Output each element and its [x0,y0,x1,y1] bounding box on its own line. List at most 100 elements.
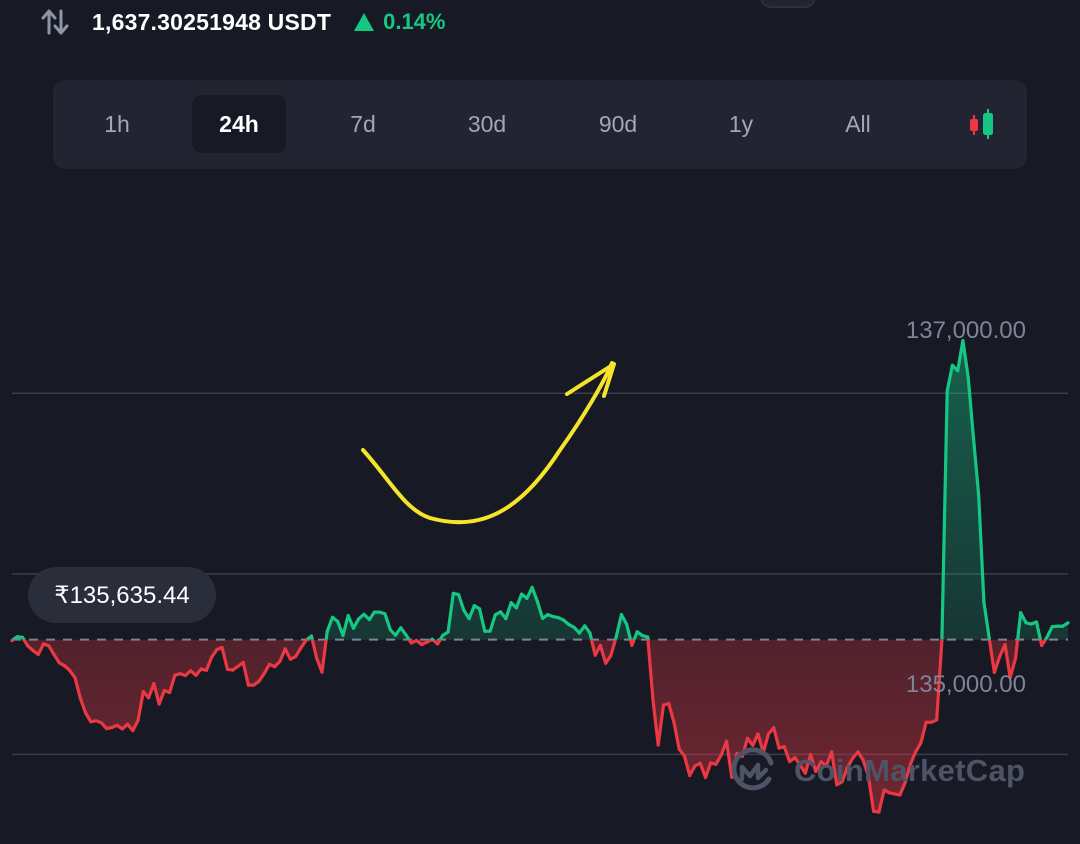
data-point [173,673,177,677]
data-point [252,683,256,687]
data-point [451,591,455,595]
data-point [273,665,277,669]
data-point [115,723,119,727]
swap-vertical-arrows-icon[interactable] [40,6,72,38]
data-point [709,761,713,765]
data-point [157,702,161,706]
change-percent: 0.14% [383,9,446,34]
data-point [956,369,960,373]
data-point [872,809,876,813]
data-point [520,592,524,596]
data-point [414,638,419,643]
tab-90d[interactable]: 90d [578,95,658,153]
tab-all[interactable]: All [818,95,898,153]
data-point [971,435,976,439]
data-point [987,636,991,640]
data-point [105,727,109,731]
data-point [877,810,881,814]
data-point [84,711,88,715]
data-point [609,653,613,657]
data-point [661,703,666,707]
data-point [325,629,329,633]
data-point [514,606,519,610]
data-point [78,696,82,700]
data-point [577,631,582,635]
data-point [556,616,561,620]
data-point [1034,620,1039,624]
data-point [756,732,760,736]
data-point [693,764,697,768]
data-point [404,633,408,637]
y-tick-label-137000: 137,000.00 [905,317,1026,344]
data-point [625,622,629,626]
top-handle[interactable] [760,0,816,8]
data-point [336,619,340,624]
data-point [551,615,555,619]
data-point [147,696,151,700]
data-point [178,672,182,676]
data-point [467,617,471,621]
data-point [945,389,949,393]
data-point [120,727,124,731]
data-point [724,739,729,743]
data-point [430,637,434,641]
data-point [52,652,56,657]
data-point [89,720,93,724]
data-point [546,613,550,617]
data-point [20,635,25,639]
data-point [462,608,466,612]
data-point [141,690,145,694]
data-point [698,761,702,765]
data-point [215,647,219,652]
data-point [457,593,461,597]
data-point [57,661,61,665]
data-point [940,638,944,643]
data-point [646,635,650,639]
data-point [399,626,403,630]
data-point [393,633,398,637]
data-point [220,645,224,650]
data-point [604,661,608,665]
data-point [257,679,261,683]
data-point [31,649,35,653]
data-point [36,652,40,656]
data-point [499,610,503,614]
data-point [588,631,592,635]
candlestick-icon[interactable] [951,95,1011,153]
conversion-row: 1,637.30251948 USDT 0.14% [40,4,445,40]
data-point [436,642,440,646]
data-point [640,634,645,638]
data-point [231,668,235,672]
data-point [688,773,692,778]
data-point [441,633,445,637]
data-point [483,629,487,633]
data-point [1029,622,1033,626]
watermark: CoinMarketCap [728,744,1025,798]
tab-1h[interactable]: 1h [77,95,157,153]
data-point [677,747,681,751]
tab-7d[interactable]: 7d [323,95,403,153]
data-point [241,660,245,665]
data-point [73,676,77,680]
data-point [26,644,30,648]
data-point [378,610,382,614]
tab-30d[interactable]: 30d [447,95,527,153]
data-point [745,736,750,740]
data-point [210,655,214,659]
triangle-up-icon [354,13,375,31]
data-point [562,618,566,622]
data-point [94,719,98,723]
data-point [420,643,424,647]
data-point [299,646,303,650]
data-point [294,654,298,659]
data-point [541,616,545,620]
tab-1y[interactable]: 1y [701,95,781,153]
annotation-arrowhead [565,362,616,398]
data-point [772,726,776,730]
data-point [977,494,981,498]
tab-24h[interactable]: 24h [192,95,286,153]
data-point [131,729,135,733]
data-point [236,664,240,668]
watermark-text: CoinMarketCap [794,753,1026,788]
price-chart [10,339,1070,814]
